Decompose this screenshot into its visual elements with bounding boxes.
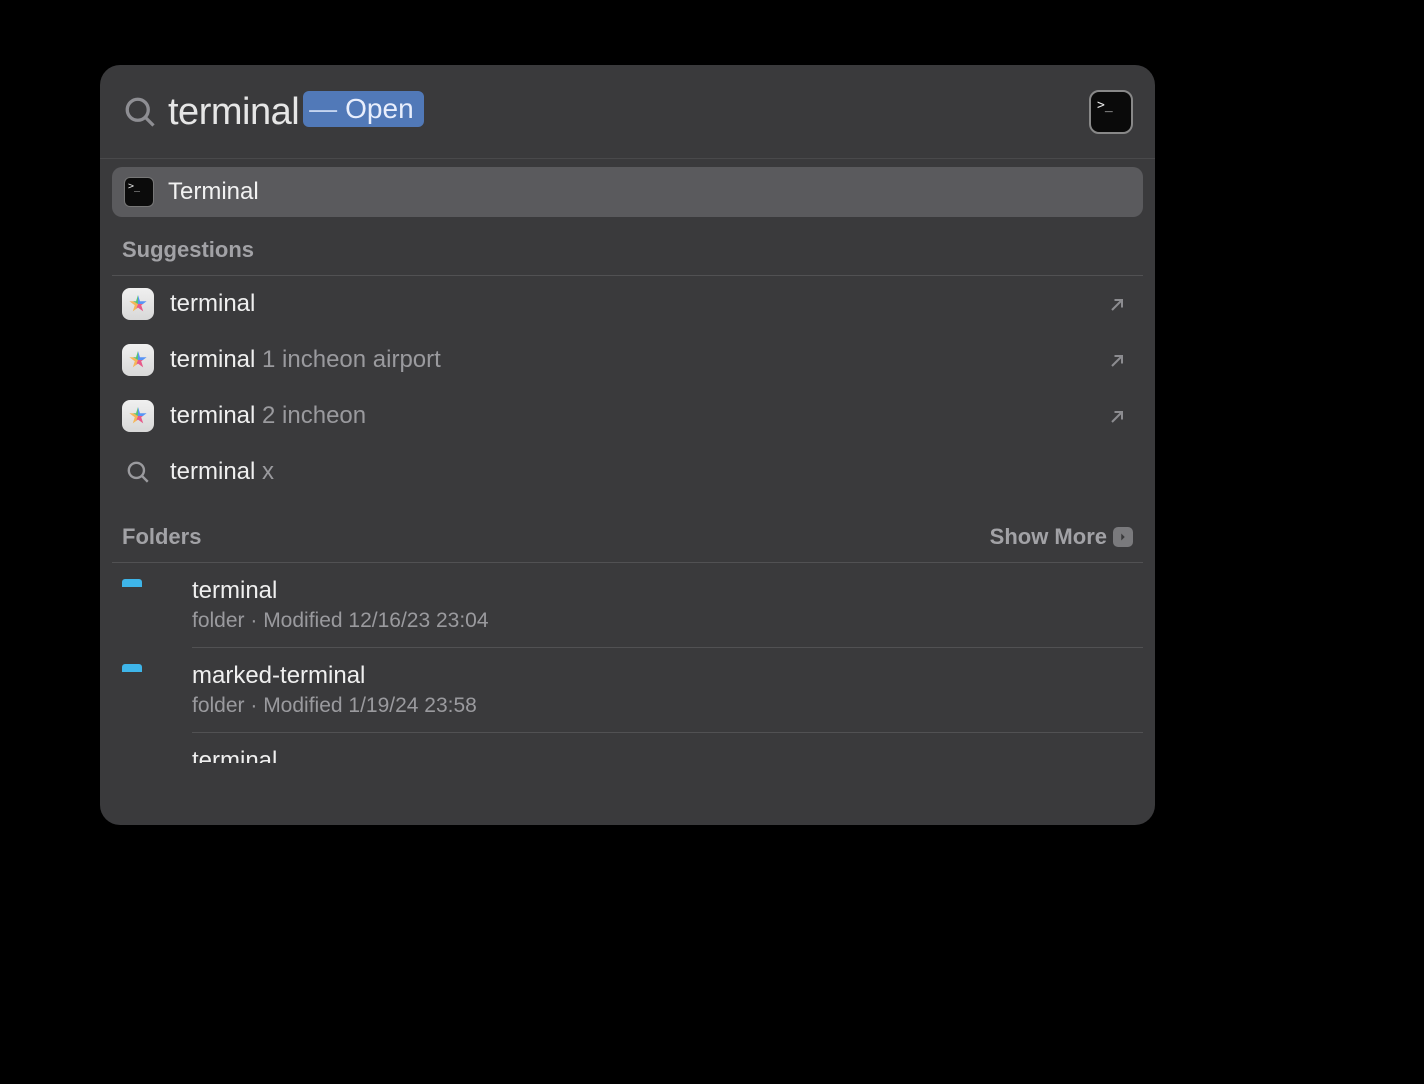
folders-section: Folders Show More terminal folder · Modi…	[112, 524, 1143, 763]
external-arrow-icon	[1107, 294, 1127, 314]
search-bar: terminal — Open >_	[100, 65, 1155, 159]
top-hit-label: Terminal	[168, 178, 259, 206]
folder-icon	[120, 579, 172, 621]
external-arrow-icon	[1107, 350, 1127, 370]
folders-header: Folders Show More	[112, 524, 1143, 563]
suggestion-row[interactable]: terminal 2 incheon	[112, 388, 1143, 444]
show-more-button[interactable]: Show More	[990, 524, 1133, 550]
suggestions-header: Suggestions	[112, 237, 1143, 276]
maps-icon	[122, 400, 154, 432]
folder-icon	[120, 664, 172, 706]
search-icon	[122, 456, 154, 488]
folder-row[interactable]: terminal folder · Modified 12/16/23 23:0…	[192, 563, 1143, 648]
maps-icon	[122, 288, 154, 320]
suggestion-row[interactable]: terminal 1 incheon airport	[112, 332, 1143, 388]
external-arrow-icon	[1107, 406, 1127, 426]
terminal-app-icon: >_	[124, 177, 154, 207]
search-icon	[122, 94, 158, 130]
folder-row[interactable]: terminal	[192, 733, 1143, 763]
maps-icon	[122, 344, 154, 376]
chevron-right-icon	[1113, 527, 1133, 547]
open-action-badge[interactable]: — Open	[303, 91, 424, 127]
spotlight-window: terminal — Open >_ >_ Terminal Suggestio…	[100, 65, 1155, 825]
search-input[interactable]: terminal	[168, 93, 299, 131]
suggestion-row[interactable]: terminal	[112, 276, 1143, 332]
folder-row[interactable]: marked-terminal folder · Modified 1/19/2…	[192, 648, 1143, 733]
top-hit-row[interactable]: >_ Terminal	[112, 167, 1143, 217]
suggestion-row[interactable]: terminal x	[112, 444, 1143, 500]
terminal-app-icon: >_	[1089, 90, 1133, 134]
results-area: >_ Terminal Suggestions terminal termina…	[100, 159, 1155, 825]
